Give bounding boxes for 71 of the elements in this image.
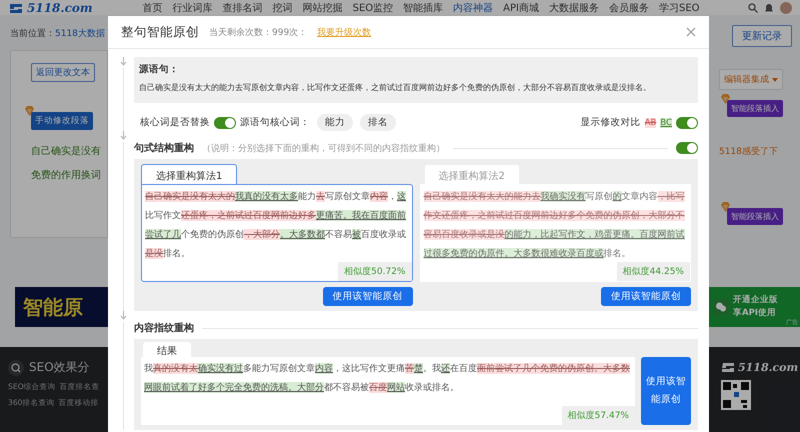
- nav-link[interactable]: 首页: [142, 0, 163, 14]
- rewrite-text: 我真的没有太确实没有过多能力写原创文章内容，这比写作文更痛苦楚。我还在百度面前尝试了几个免费的伪原创。大多数 网眼前试着了好多个完全免费的洗稿。大部分都不容易被百度网站收录或排名。: [143, 362, 631, 395]
- promo-banner[interactable]: 智能原: [15, 287, 108, 327]
- nav-link[interactable]: API商城: [503, 0, 539, 14]
- down-arrow-icon: [120, 131, 127, 140]
- preview-text: 自己确实是没有: [31, 144, 101, 158]
- toggle-switch[interactable]: [214, 116, 236, 128]
- logo-text: 5118.com: [738, 361, 798, 374]
- qr-code-icon: [721, 380, 751, 410]
- use-rewrite-button[interactable]: 使用该智能原创: [641, 357, 691, 425]
- nav-link[interactable]: 网站挖掘: [302, 0, 343, 14]
- legend-added: BC: [660, 118, 672, 128]
- method-tab[interactable]: 选择重构算法1: [141, 164, 238, 185]
- editor-integration-button[interactable]: 编辑器集成: [719, 69, 783, 90]
- nav-link[interactable]: SEO监控: [352, 0, 394, 14]
- preview-text: 免费的作用换词: [31, 168, 101, 182]
- section-title: 内容指纹重构: [134, 321, 194, 335]
- legend-removed: AB: [644, 118, 656, 128]
- similarity-label: 相似度57.47%: [562, 406, 635, 425]
- gem-icon: [720, 202, 731, 212]
- similarity-label: 相似度44.25%: [616, 262, 690, 281]
- caret-icon: [772, 78, 778, 82]
- close-icon[interactable]: [686, 27, 696, 37]
- search-icon: [748, 2, 758, 12]
- logo-icon: [721, 362, 735, 373]
- nav-link[interactable]: 挖词: [272, 0, 293, 14]
- similarity-label: 相似度50.72%: [338, 262, 412, 281]
- update-log-button[interactable]: 更新记录: [732, 25, 792, 47]
- chat-icon: [713, 299, 729, 315]
- back-button[interactable]: 返回更改文本: [31, 63, 95, 82]
- keyword-tag: 能力: [317, 114, 353, 131]
- nav-link[interactable]: 查排名词: [222, 0, 263, 14]
- option-label: 显示修改对比: [580, 116, 641, 129]
- use-rewrite-button[interactable]: 使用该智能原创: [601, 287, 691, 306]
- quota-text: 当天剩余次数：999次：: [209, 26, 308, 38]
- nav-link[interactable]: 会员服务: [608, 0, 649, 14]
- footer-title: SEO效果分: [29, 359, 90, 376]
- rewrite-text: 自己确实是没有太大的我真的没有太多能力去写原创文章内容，这 比写作文还蛋疼，之前试过百度网前边好多更痛苦。我在百度面前尝试了几个免费的伪原创，大部分。大多数都不容易被百度收录或 是没排名。: [144, 190, 407, 261]
- source-text: 自己确实是没有太大的能力去写原创文章内容，比写作文还蛋疼，之前试过百度网前边好多个免费的伪原创，大部分不容易百度收录或是没排名。: [139, 82, 652, 94]
- section-note: （说明：分别选择下面的重构，可得到不同的内容指纹重构）: [202, 142, 445, 154]
- gem-icon: [24, 106, 35, 116]
- logo-icon: [8, 2, 24, 14]
- down-arrow-icon: [120, 311, 127, 320]
- breadcrumb-label: 当前位置：: [10, 28, 55, 40]
- section-title: 句式结构重构: [134, 142, 194, 155]
- nav-link[interactable]: 行业词库: [172, 0, 213, 14]
- search-icon: [8, 360, 24, 376]
- option-label: 源语句核心词：: [240, 116, 310, 129]
- toggle-switch[interactable]: [676, 116, 698, 128]
- nav-link[interactable]: 智能插库: [403, 0, 444, 14]
- use-rewrite-button[interactable]: 使用该智能原创: [322, 287, 412, 306]
- preview-text: 5118感受了下: [719, 146, 778, 158]
- method-tab[interactable]: 选择重构算法2: [424, 164, 520, 185]
- manual-edit-button[interactable]: 手动修改段落: [31, 112, 93, 130]
- rewrite-text: 自己确实是没有太大的能力去我确实没有写原创的文章内容，比写作文还蛋疼，之前试过百度网前边好多个免费的伪原创，大部分不容易百度收录或是没的能力，比起写作文，鸡蛋更痛。百度网前试过很多免费的伪原件。大多数很难收录百度或排名。: [422, 190, 686, 261]
- nav-link[interactable]: 大数据服务: [548, 0, 599, 14]
- toggle-switch[interactable]: [676, 142, 698, 154]
- insert-button[interactable]: 智能段落插入: [727, 208, 783, 225]
- nav-link[interactable]: 内容神器: [453, 0, 494, 14]
- source-heading: 源语句：: [139, 63, 180, 76]
- nav-link[interactable]: 学习SEO: [658, 0, 700, 14]
- logo-text: 5118.com: [27, 0, 93, 14]
- bell-icon: [764, 2, 774, 12]
- avatar-icon: [780, 2, 792, 14]
- breadcrumb-link[interactable]: 5118大数据: [55, 27, 105, 40]
- keyword-tag: 排名: [360, 114, 396, 131]
- option-label: 核心词是否替换: [140, 116, 210, 129]
- dialog-title: 整句智能原创: [121, 24, 199, 40]
- gem-icon: [720, 94, 731, 104]
- insert-button[interactable]: 智能段落插入: [727, 100, 783, 117]
- down-arrow-icon: [120, 57, 127, 66]
